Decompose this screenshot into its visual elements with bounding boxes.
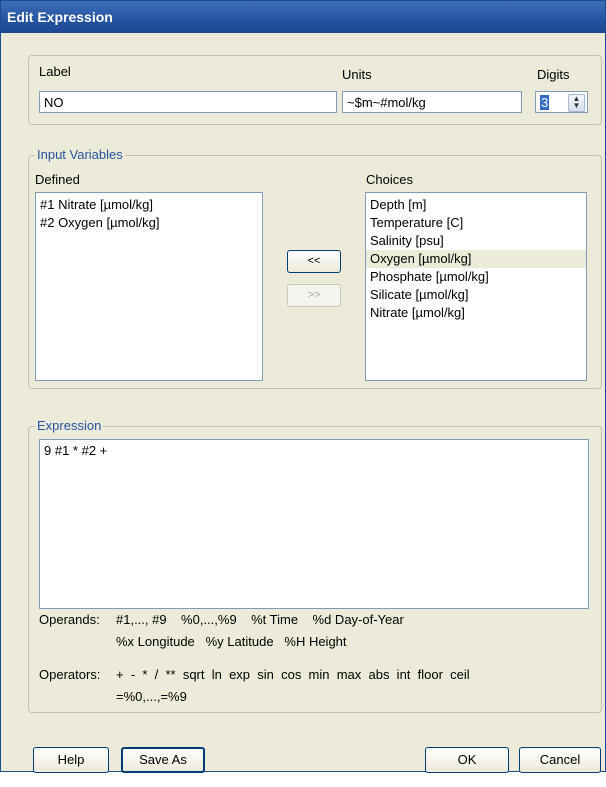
choice-item[interactable]: Silicate [µmol/kg]: [366, 286, 586, 304]
choice-item[interactable]: Salinity [psu]: [366, 232, 586, 250]
help-button[interactable]: Help: [33, 747, 109, 773]
expression-title: Expression: [35, 418, 104, 433]
units-caption: Units: [342, 67, 372, 82]
defined-item[interactable]: #1 Nitrate [µmol/kg]: [36, 196, 262, 214]
units-input[interactable]: ~$m~#mol/kg: [342, 91, 522, 113]
digits-stepper[interactable]: 3 ▲ ▼: [535, 91, 588, 113]
choice-item[interactable]: Phosphate [µmol/kg]: [366, 268, 586, 286]
operands-line-2: %x Longitude %y Latitude %H Height: [116, 634, 347, 649]
choice-item[interactable]: Depth [m]: [366, 196, 586, 214]
operators-line-2: =%0,...,=%9: [116, 689, 187, 704]
operands-line-1: #1,..., #9 %0,...,%9 %t Time %d Day-of-Y…: [116, 612, 404, 627]
choices-list[interactable]: Depth [m] Temperature [C] Salinity [psu]…: [365, 192, 587, 381]
operands-label: Operands:: [39, 612, 100, 627]
label-units-group: Label NO Units ~$m~#mol/kg Digits 3 ▲ ▼: [28, 55, 602, 125]
spin-arrows-icon[interactable]: ▲ ▼: [568, 94, 585, 112]
digits-caption: Digits: [537, 67, 570, 82]
label-caption: Label: [39, 64, 71, 79]
window-title: Edit Expression: [1, 1, 605, 33]
expression-textarea[interactable]: 9 #1 * #2 +: [39, 439, 589, 609]
input-variables-title: Input Variables: [35, 147, 125, 162]
cancel-button[interactable]: Cancel: [519, 747, 601, 773]
add-variable-button[interactable]: <<: [287, 250, 341, 273]
digits-value: 3: [540, 95, 550, 110]
defined-item[interactable]: #2 Oxygen [µmol/kg]: [36, 214, 262, 232]
operators-line-1: + - * / ** sqrt ln exp sin cos min max a…: [116, 667, 470, 682]
label-input[interactable]: NO: [39, 91, 337, 113]
defined-caption: Defined: [35, 172, 80, 187]
choices-caption: Choices: [366, 172, 413, 187]
expression-group: Expression 9 #1 * #2 + Operands: #1,...,…: [28, 418, 602, 713]
defined-list[interactable]: #1 Nitrate [µmol/kg] #2 Oxygen [µmol/kg]: [35, 192, 263, 381]
choice-item[interactable]: Nitrate [µmol/kg]: [366, 304, 586, 322]
remove-variable-button[interactable]: >>: [287, 284, 341, 307]
operators-label: Operators:: [39, 667, 101, 682]
input-variables-group: Input Variables Defined #1 Nitrate [µmol…: [28, 147, 602, 389]
save-as-button[interactable]: Save As: [121, 747, 205, 773]
choice-item-selected[interactable]: Oxygen [µmol/kg]: [366, 250, 586, 268]
choice-item[interactable]: Temperature [C]: [366, 214, 586, 232]
ok-button[interactable]: OK: [425, 747, 509, 773]
edit-expression-dialog: Edit Expression Label NO Units ~$m~#mol/…: [0, 0, 606, 773]
